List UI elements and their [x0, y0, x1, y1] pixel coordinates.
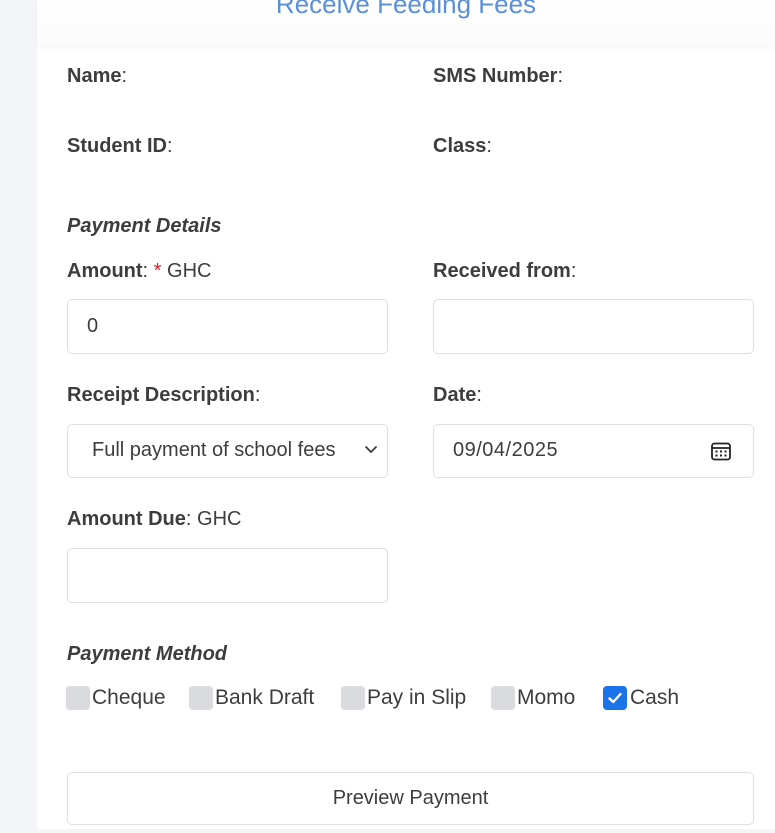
payment-method-heading: Payment Method [67, 643, 228, 665]
colon: : [486, 135, 492, 157]
amount-currency: GHC [167, 260, 212, 282]
name-label: Name [67, 65, 122, 87]
sms-number-label: SMS Number [433, 65, 558, 87]
colon: : [142, 260, 149, 282]
amount-due-label: Amount Due [67, 508, 186, 530]
amount-due-input[interactable] [67, 548, 388, 603]
student-id-label: Student ID [67, 135, 167, 157]
bank-draft-checkbox[interactable] [189, 686, 213, 710]
received-from-label-row: Received from: [433, 259, 576, 283]
received-from-label: Received from [433, 260, 571, 282]
checkmark-icon [608, 692, 622, 704]
calendar-icon[interactable] [710, 440, 732, 462]
pay-in-slip-label[interactable]: Pay in Slip [367, 686, 466, 710]
amount-label: Amount [67, 260, 143, 282]
select-fade [338, 425, 358, 477]
sms-label-row: SMS Number: [433, 64, 563, 88]
momo-checkbox[interactable] [491, 686, 515, 710]
colon: : [254, 384, 261, 406]
receipt-description-label: Receipt Description [67, 384, 255, 406]
chevron-down-icon [365, 446, 377, 453]
date-input[interactable]: 09/04/2025 [433, 424, 754, 478]
preview-payment-button[interactable]: Preview Payment [67, 772, 754, 825]
received-from-input[interactable] [433, 299, 754, 354]
amount-due-currency: GHC [197, 508, 242, 530]
date-label: Date [433, 384, 477, 406]
name-label-row: Name: [67, 64, 127, 88]
student-id-label-row: Student ID: [67, 134, 173, 158]
colon: : [121, 65, 128, 87]
colon: : [570, 260, 577, 282]
amount-due-label-row: Amount Due: GHC [67, 507, 241, 531]
date-label-row: Date: [433, 383, 482, 407]
cheque-checkbox[interactable] [66, 686, 90, 710]
cheque-label[interactable]: Cheque [92, 686, 166, 710]
cash-checkbox[interactable] [603, 686, 627, 710]
colon: : [185, 508, 192, 530]
date-value: 09/04/2025 [453, 439, 559, 461]
required-mark: * [153, 260, 162, 282]
class-label-row: Class: [433, 134, 492, 158]
colon: : [476, 384, 482, 406]
class-label: Class [433, 135, 487, 157]
bank-draft-label[interactable]: Bank Draft [215, 686, 314, 710]
colon: : [167, 135, 173, 157]
amount-label-row: Amount: * GHC [67, 259, 211, 283]
momo-label[interactable]: Momo [517, 686, 575, 710]
receipt-description-value: Full payment of school fees [92, 439, 336, 461]
cash-label[interactable]: Cash [630, 686, 679, 710]
receipt-description-label-row: Receipt Description: [67, 383, 260, 407]
receipt-description-select[interactable]: Full payment of school fees [67, 424, 388, 478]
pay-in-slip-checkbox[interactable] [341, 686, 365, 710]
colon: : [557, 65, 564, 87]
payment-details-heading: Payment Details [67, 215, 222, 237]
page-title: Receive Feeding Fees [275, 0, 537, 19]
amount-input[interactable] [67, 299, 388, 354]
